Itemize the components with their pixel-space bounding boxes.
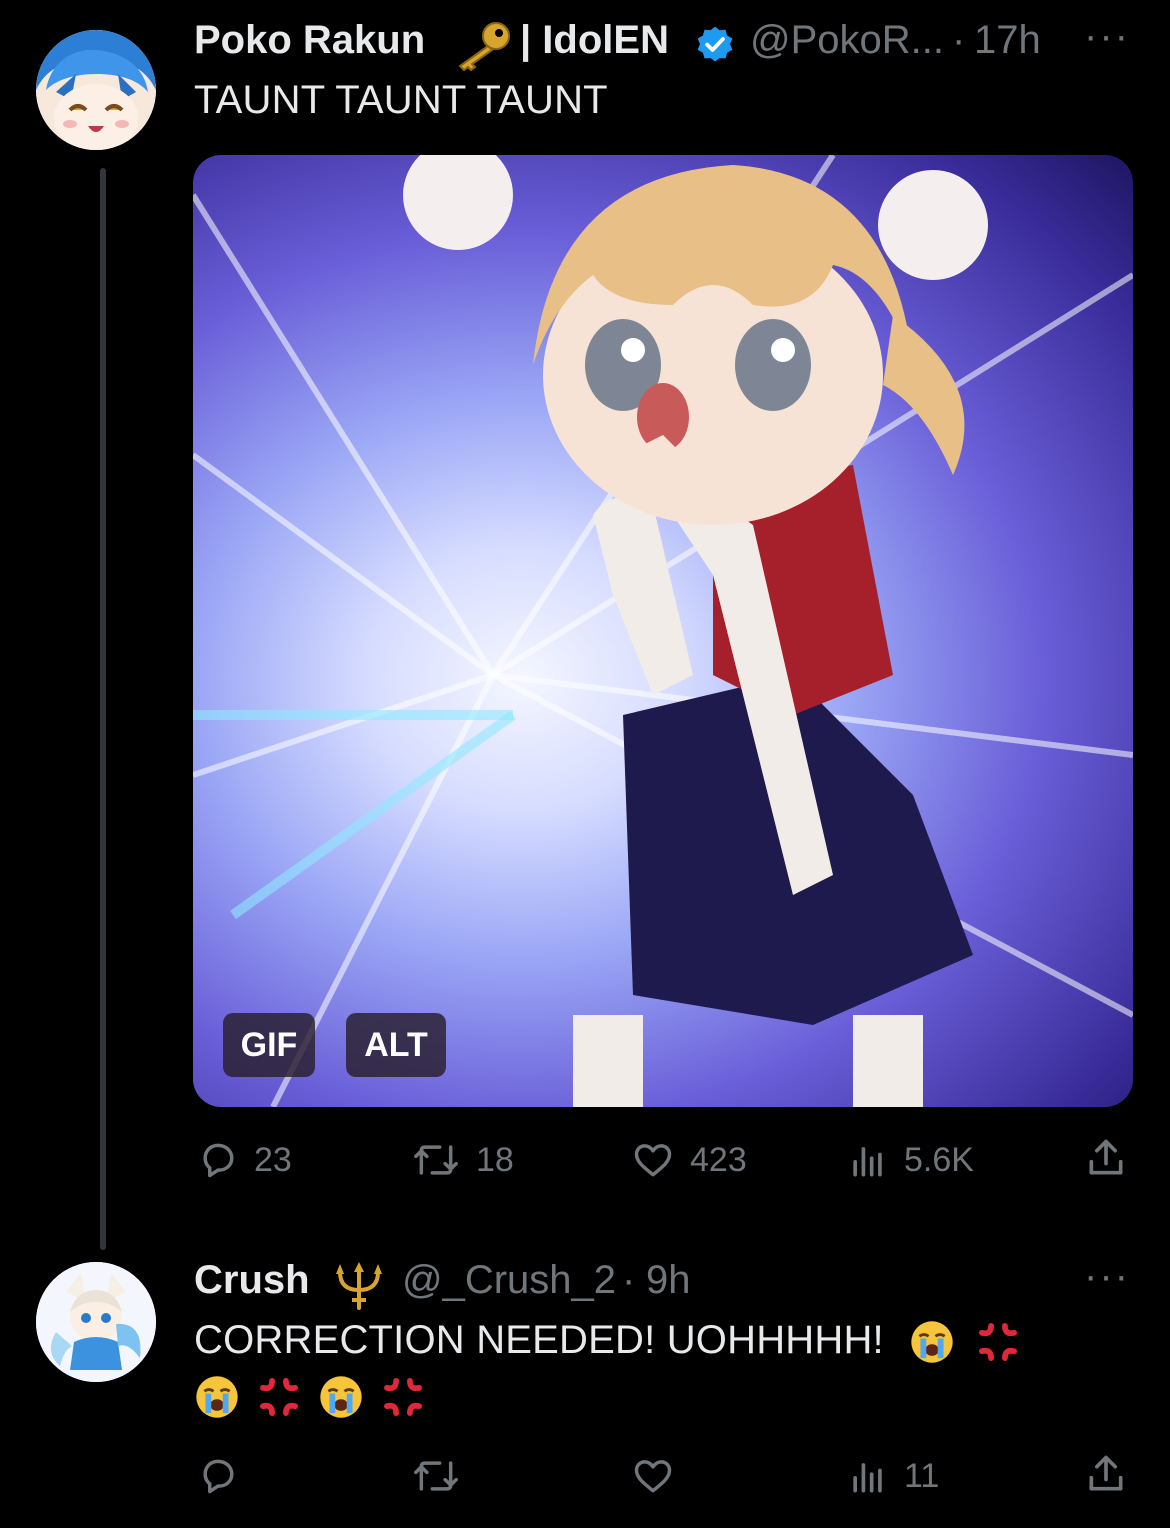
reply-button[interactable]: [196, 1454, 240, 1498]
avatar-image: [36, 30, 156, 150]
share-icon: [1089, 1455, 1123, 1491]
reply-author-name[interactable]: Crush: [194, 1258, 310, 1303]
thread-line: [100, 168, 106, 1250]
share-button[interactable]: [1084, 1136, 1128, 1180]
author-name[interactable]: Poko Rakun: [194, 18, 425, 63]
retweet-icon: [414, 1145, 458, 1175]
verified-badge-icon: [694, 24, 736, 71]
reply-button[interactable]: 23: [196, 1138, 292, 1182]
retweet-icon: [414, 1461, 458, 1491]
anger-symbol-icon: [260, 1378, 298, 1416]
tweet-text: TAUNT TAUNT TAUNT: [194, 78, 608, 122]
gif-badge: GIF: [223, 1013, 315, 1077]
avatar-image: [36, 1262, 156, 1382]
meta-separator: ·: [622, 1258, 636, 1302]
views-chart-icon: [853, 1463, 882, 1493]
anger-symbol-icon: [384, 1378, 422, 1416]
like-button[interactable]: 423: [630, 1138, 747, 1182]
views-button[interactable]: 11: [846, 1454, 939, 1498]
loudly-crying-face-icon: [196, 1376, 238, 1418]
author-handle[interactable]: @PokoR...: [750, 18, 944, 63]
tweet-time[interactable]: 17h: [974, 18, 1041, 63]
retweet-count: 18: [476, 1140, 514, 1179]
reply-text-emoji-line: [194, 1374, 426, 1420]
reply-count: 23: [254, 1140, 292, 1179]
more-options-button[interactable]: ···: [1084, 14, 1130, 59]
heart-icon: [634, 1144, 672, 1177]
avatar[interactable]: [36, 30, 156, 150]
key-emoji-icon: [452, 20, 514, 77]
gif-illustration: [193, 155, 1133, 1107]
meta-separator: ·: [952, 18, 966, 62]
views-count: 11: [904, 1456, 940, 1495]
views-button[interactable]: 5.6K: [846, 1138, 974, 1182]
anger-symbol-icon: [978, 1323, 1017, 1362]
share-button[interactable]: [1084, 1452, 1128, 1496]
reply-icon: [203, 1459, 234, 1494]
reply-icon: [203, 1143, 234, 1178]
reply-avatar[interactable]: [36, 1262, 156, 1382]
reply-time[interactable]: 9h: [646, 1258, 691, 1303]
share-icon: [1089, 1139, 1123, 1175]
trident-emoji-icon: [330, 1258, 388, 1315]
loudly-crying-face-icon: [320, 1376, 362, 1418]
retweet-button[interactable]: 18: [410, 1138, 514, 1182]
retweet-button[interactable]: [410, 1454, 462, 1498]
reply-text: CORRECTION NEEDED! UOHHHHH!: [194, 1318, 1021, 1365]
author-name-suffix[interactable]: | IdolEN: [520, 18, 669, 63]
heart-icon: [634, 1460, 672, 1493]
views-chart-icon: [853, 1147, 882, 1177]
more-options-button[interactable]: ···: [1084, 1254, 1130, 1299]
reply-text-line1: CORRECTION NEEDED! UOHHHHH!: [194, 1318, 884, 1362]
tweet-media-gif[interactable]: GIF ALT: [193, 155, 1133, 1107]
alt-text-button[interactable]: ALT: [346, 1013, 446, 1077]
views-count: 5.6K: [904, 1140, 974, 1179]
like-count: 423: [690, 1140, 747, 1179]
reply-author-handle[interactable]: @_Crush_2: [402, 1258, 616, 1303]
like-button[interactable]: [630, 1454, 676, 1498]
loudly-crying-face-icon: [911, 1321, 953, 1364]
